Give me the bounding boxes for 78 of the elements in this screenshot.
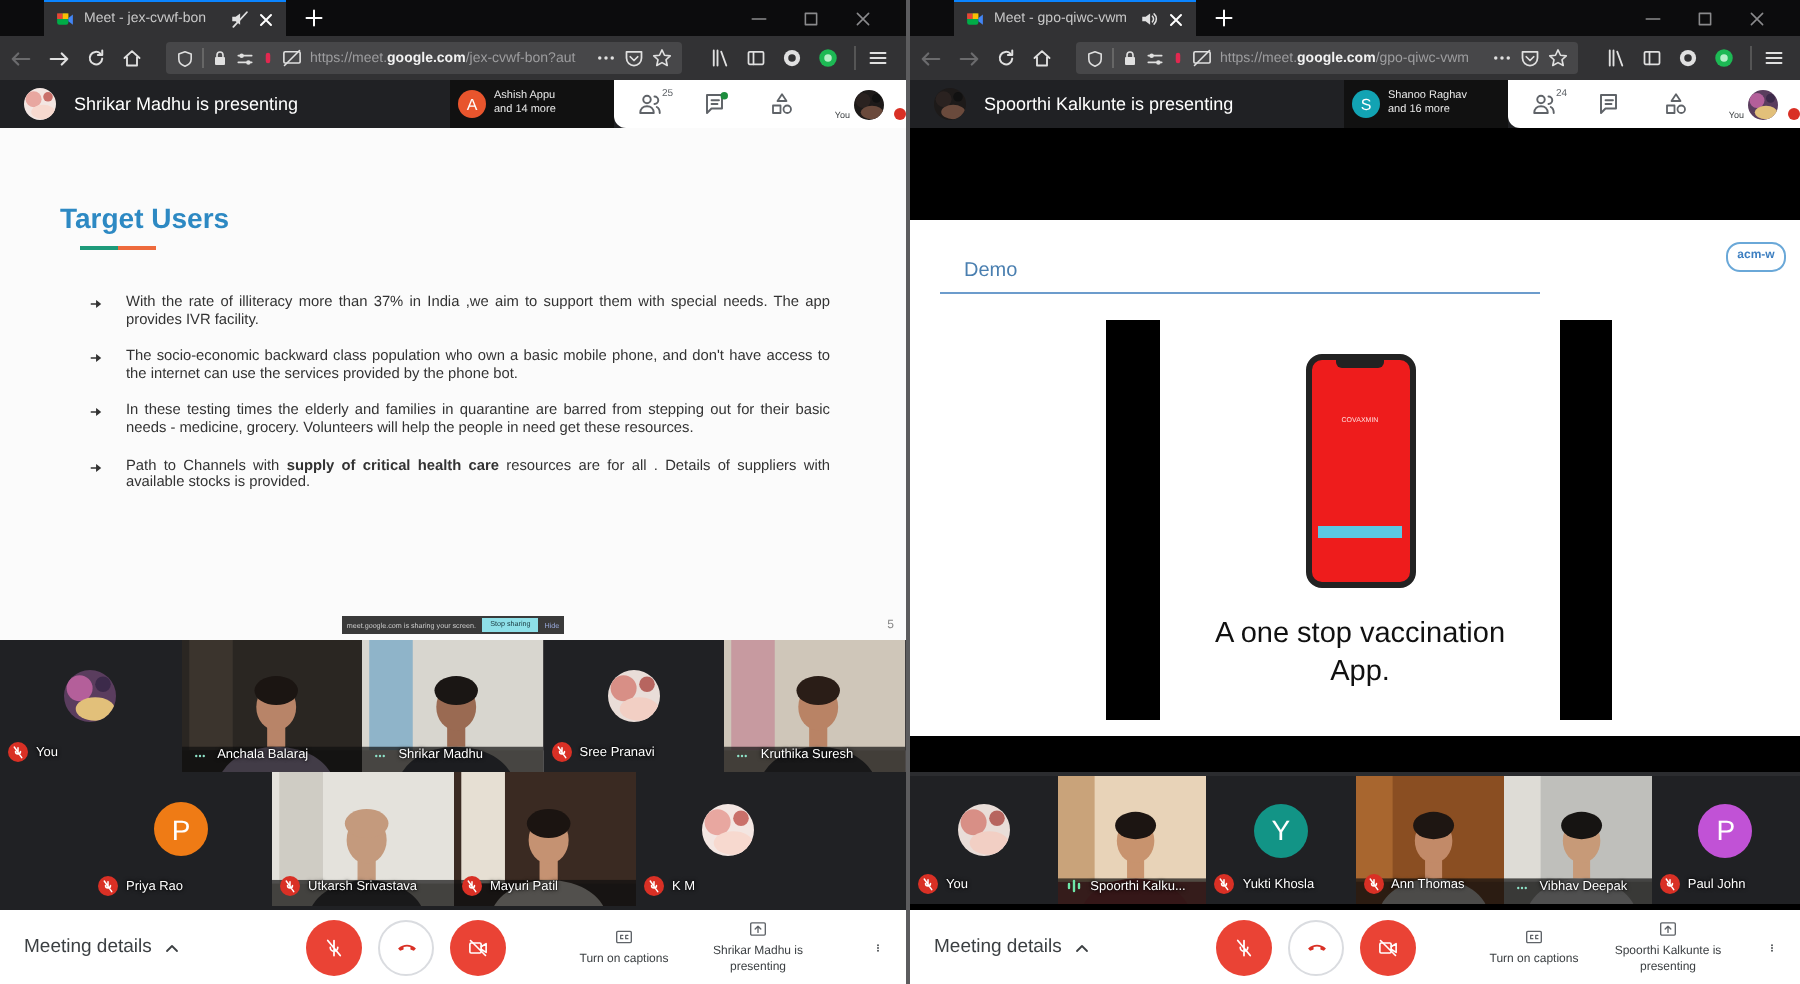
initial-avatar: A [458, 90, 486, 118]
alert-badge [1787, 107, 1800, 119]
back-icon[interactable] [920, 47, 942, 69]
captions-icon [614, 927, 634, 945]
library-icon[interactable] [1606, 48, 1627, 68]
caret-up-icon [1073, 939, 1090, 955]
lock-icon[interactable] [1122, 50, 1138, 66]
shapes-icon[interactable] [769, 92, 794, 116]
alert-badge [893, 107, 906, 119]
home-icon[interactable] [1032, 48, 1052, 68]
mic-off-icon [1234, 937, 1254, 957]
star-icon[interactable] [652, 48, 672, 68]
extension-icon[interactable] [1678, 48, 1699, 68]
initial-avatar: S [1352, 90, 1380, 118]
shield-icon[interactable] [176, 49, 194, 67]
star-icon[interactable] [1548, 48, 1569, 68]
present-icon [748, 919, 768, 937]
close-icon[interactable] [1748, 9, 1766, 27]
forward-icon[interactable] [48, 47, 70, 69]
screen-share-icon[interactable] [1192, 48, 1212, 68]
speaker-muted-icon[interactable] [230, 10, 248, 28]
extension-icon[interactable] [1714, 48, 1735, 68]
arrow-icon [90, 406, 102, 419]
reload-icon[interactable] [996, 48, 1016, 68]
slide-title: Target Users [60, 200, 232, 236]
permissions-icon[interactable] [236, 49, 254, 67]
mic-off-button[interactable] [1216, 919, 1272, 975]
pocket-icon[interactable] [1520, 48, 1541, 68]
reload-icon[interactable] [86, 48, 106, 68]
meet-icon [966, 10, 984, 28]
caption: A one stop vaccination App. [1212, 616, 1508, 692]
shield-icon[interactable] [1086, 49, 1104, 67]
initial-avatar: P [1698, 803, 1753, 857]
meet-icon [56, 10, 74, 28]
close-icon[interactable] [854, 9, 872, 27]
home-icon[interactable] [122, 48, 142, 68]
back-icon[interactable] [10, 47, 32, 69]
lock-icon[interactable] [212, 50, 228, 66]
camera-off-button[interactable] [450, 919, 506, 975]
plus-icon[interactable] [304, 8, 324, 28]
camera-off-button[interactable] [1360, 919, 1416, 975]
camera-off-icon [468, 937, 488, 957]
people-count: 24 [1556, 88, 1568, 100]
initial-avatar: P [154, 802, 208, 856]
slide-title: Demo [964, 259, 1018, 281]
presenter-title: Shrikar Madhu is presenting [74, 94, 299, 114]
sidebar-icon[interactable] [746, 48, 766, 68]
captions-icon [1524, 927, 1544, 945]
caret-up-icon [163, 939, 180, 955]
meeting-details-button[interactable]: Meeting details [934, 936, 1216, 958]
mic-off-button[interactable] [306, 919, 362, 975]
meeting-details-button[interactable]: Meeting details [24, 936, 306, 958]
chat-icon[interactable] [703, 92, 728, 116]
plus-icon[interactable] [1214, 8, 1234, 28]
menu-icon[interactable] [868, 48, 888, 68]
arrow-icon [90, 461, 102, 474]
people-icon[interactable] [638, 92, 662, 116]
library-icon[interactable] [710, 48, 730, 68]
present-icon [1658, 919, 1678, 937]
arrow-icon [90, 298, 102, 310]
arrow-icon [90, 352, 102, 365]
shapes-icon[interactable] [1663, 92, 1688, 116]
speaker-icon[interactable] [1140, 10, 1158, 28]
pocket-icon[interactable] [624, 48, 644, 68]
permissions-icon[interactable] [1146, 49, 1164, 67]
menu-icon[interactable] [1764, 48, 1784, 68]
initial-avatar: Y [1253, 803, 1308, 857]
maximize-icon[interactable] [1696, 9, 1714, 27]
mic-off-icon [324, 937, 344, 957]
people-count: 25 [662, 88, 674, 100]
title-underline [80, 246, 156, 250]
chat-icon[interactable] [1597, 92, 1622, 116]
people-icon[interactable] [1532, 92, 1556, 116]
camera-off-icon [1378, 937, 1398, 957]
screen-share-icon[interactable] [282, 48, 302, 68]
maximize-icon[interactable] [802, 9, 820, 27]
presenter-title: Spoorthi Kalkunte is presenting [984, 94, 1234, 114]
sidebar-icon[interactable] [1642, 48, 1663, 68]
